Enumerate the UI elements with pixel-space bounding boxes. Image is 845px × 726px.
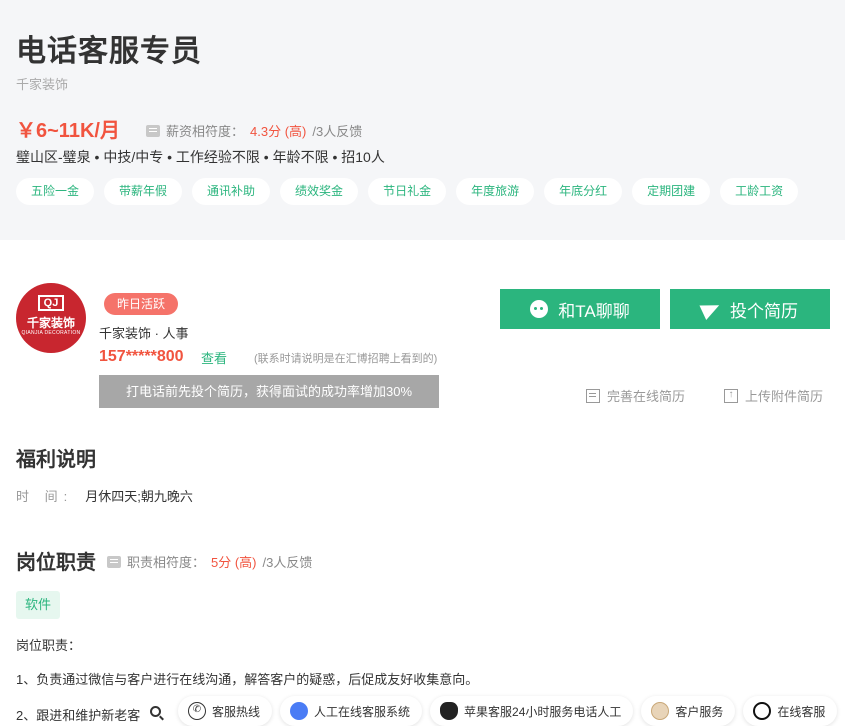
- panda-icon: [753, 702, 772, 720]
- phone-number: 157*****800: [99, 348, 184, 365]
- welfare-heading: 福利说明: [16, 449, 96, 471]
- logo-en: QIANJIA DECORATION: [21, 330, 81, 336]
- job-info: 璧山区-璧泉 • 中技/中专 • 工作经验不限 • 年龄不限 • 招10人: [16, 149, 385, 165]
- phone-note: (联系时请说明是在汇博招聘上看到的): [254, 353, 438, 365]
- benefit-tags: 五险一金 带薪年假 通讯补助 绩效奖金 节日礼金 年度旅游 年底分红 定期团建 …: [16, 178, 799, 205]
- contact-name: 千家装饰 · 人事: [99, 326, 189, 341]
- view-phone-link[interactable]: 查看: [201, 348, 227, 367]
- comment-icon: [107, 555, 121, 568]
- service-icon: [290, 702, 309, 720]
- quick-item[interactable]: ✆ 客服热线: [178, 696, 273, 726]
- logo-name: 千家装饰: [26, 316, 75, 330]
- comment-icon: [146, 124, 160, 137]
- duty-line: 2、跟进和维护新老客: [16, 708, 141, 723]
- company-name[interactable]: 千家装饰: [16, 74, 68, 93]
- send-resume-label: 投个简历: [730, 301, 798, 321]
- apple-icon: [440, 702, 459, 720]
- quick-item-label: 客户服务: [675, 704, 724, 719]
- salary-match-feedback[interactable]: /3人反馈: [312, 121, 362, 140]
- chat-button-label: 和TA聊聊: [558, 301, 630, 321]
- quick-item[interactable]: 人工在线客服系统: [280, 696, 423, 726]
- improve-resume-link[interactable]: 完善在线简历: [586, 386, 685, 405]
- chat-button[interactable]: 和TA聊聊: [500, 289, 660, 329]
- duty-match-feedback[interactable]: /3人反馈: [263, 552, 313, 571]
- benefit-tag: 五险一金: [16, 178, 95, 205]
- job-header: 电话客服专员 千家装饰 ￥6~11K/月 薪资相符度： 4.3分 (高) /3人…: [0, 0, 845, 240]
- benefit-tag: 绩效奖金: [280, 178, 359, 205]
- salary-match: 薪资相符度： 4.3分 (高) /3人反馈: [146, 121, 362, 140]
- quick-item[interactable]: 苹果客服24小时服务电话人工: [430, 696, 634, 726]
- company-logo[interactable]: QJ 千家装饰 QIANJIA DECORATION: [16, 283, 86, 353]
- logo-mark: QJ: [38, 295, 64, 311]
- duty-match: 职责相符度： 5分 (高) /3人反馈: [107, 552, 312, 571]
- salary-match-label: 薪资相符度：: [166, 124, 245, 139]
- quick-item-label: 在线客服: [777, 704, 826, 719]
- quick-item-label: 人工在线客服系统: [314, 704, 411, 719]
- benefit-tag: 年底分红: [544, 178, 623, 205]
- chat-bubble-icon: [530, 300, 549, 318]
- phone-icon: ✆: [188, 702, 206, 720]
- avatar-icon: [651, 702, 670, 720]
- send-resume-button[interactable]: 投个简历: [670, 289, 830, 329]
- quick-item-label: 客服热线: [212, 704, 261, 719]
- work-time-value: 月休四天;朝九晚六: [85, 489, 193, 504]
- benefit-tag: 节日礼金: [368, 178, 447, 205]
- benefit-tag: 年度旅游: [456, 178, 535, 205]
- duty-line: 1、负责通过微信与客户进行在线沟通，解答客户的疑惑，后促成友好收集意向。: [16, 672, 479, 687]
- upload-resume-link[interactable]: ↑ 上传附件简历: [724, 386, 823, 405]
- duty-match-score: 5分 (高): [211, 555, 257, 570]
- benefit-tag: 定期团建: [632, 178, 711, 205]
- benefit-tag: 工龄工资: [720, 178, 799, 205]
- improve-resume-label: 完善在线简历: [607, 389, 686, 404]
- upload-icon: ↑: [724, 388, 738, 403]
- active-badge: 昨日活跃: [104, 293, 179, 315]
- duty-line: 岗位职责：: [16, 638, 82, 653]
- skill-tag: 软件: [16, 591, 61, 619]
- quick-item-label: 苹果客服24小时服务电话人工: [464, 704, 622, 719]
- quick-item[interactable]: 客户服务: [641, 696, 736, 726]
- quick-search-bar: ✆ 客服热线 人工在线客服系统 苹果客服24小时服务电话人工 客户服务 在线客服: [140, 696, 845, 726]
- document-icon: [586, 388, 600, 403]
- salary-match-score: 4.3分 (高): [250, 124, 307, 139]
- quick-item[interactable]: 在线客服: [743, 696, 838, 726]
- duty-match-label: 职责相符度：: [127, 555, 206, 570]
- work-time-row: 时 间: 月休四天;朝九晚六: [16, 486, 193, 505]
- apply-tip-tooltip: 打电话前先投个简历，获得面试的成功率增加30%: [99, 375, 439, 408]
- salary: ￥6~11K/月: [16, 120, 120, 142]
- paper-plane-icon: [699, 297, 723, 321]
- benefit-tag: 通讯补助: [192, 178, 271, 205]
- job-title: 电话客服专员: [16, 35, 202, 68]
- quick-search-button[interactable]: [140, 696, 170, 726]
- upload-resume-label: 上传附件简历: [745, 389, 824, 404]
- search-icon: [149, 705, 161, 717]
- benefit-tag: 带薪年假: [104, 178, 183, 205]
- duty-heading: 岗位职责: [16, 552, 96, 574]
- work-time-label: 时 间:: [16, 489, 74, 504]
